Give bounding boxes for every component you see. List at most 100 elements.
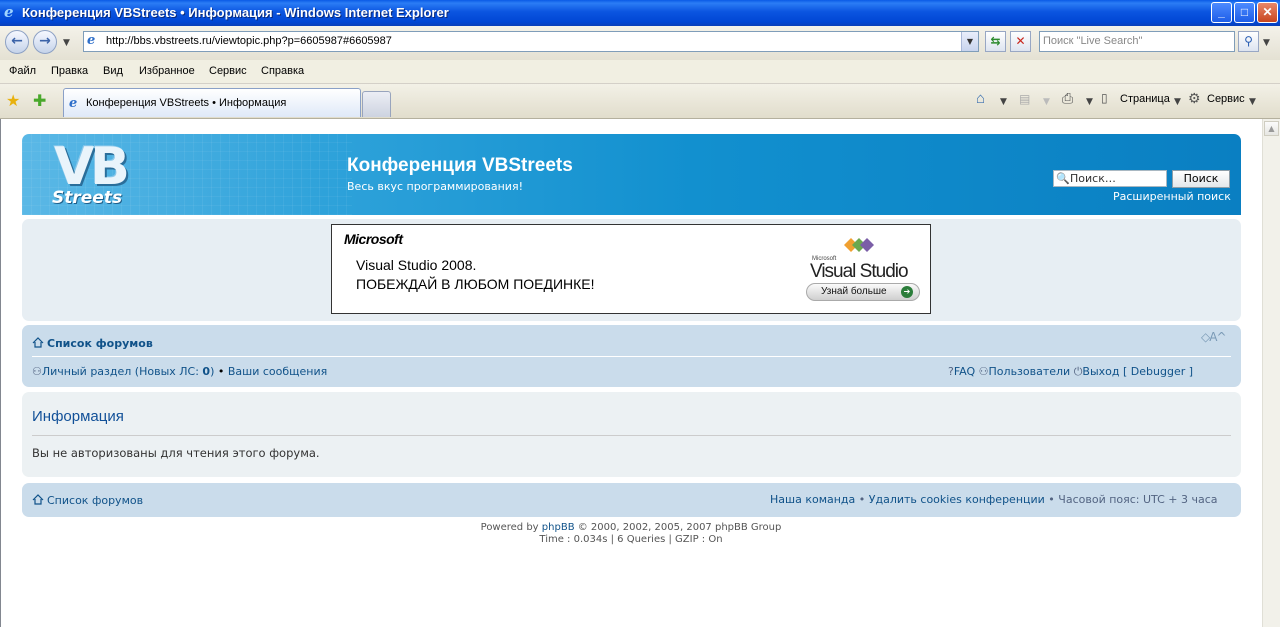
forum-search-input[interactable]: 🔍 Поиск… xyxy=(1053,170,1167,187)
back-arrow-icon: ← xyxy=(11,33,23,49)
page-icon: ▯ xyxy=(1101,91,1108,105)
powered-suffix: © 2000, 2002, 2005, 2007 phpBB Group xyxy=(577,522,782,533)
menu-view[interactable]: Вид xyxy=(103,65,123,77)
header-right-links: ?FAQ ⚇Пользователи ⏻Выход [ Debugger ] xyxy=(948,365,1193,379)
refresh-button[interactable]: ⇆ xyxy=(985,31,1006,52)
tab-ie-icon: e xyxy=(69,96,78,111)
address-dropdown-button[interactable]: ▼ xyxy=(961,32,978,51)
logout-link[interactable]: Выход [ Debugger ] xyxy=(1082,365,1193,378)
vs-product-name: Visual Studio xyxy=(810,261,909,282)
user-icon: ⚇ xyxy=(32,365,42,378)
footer-forum-index-link[interactable]: Список форумов xyxy=(47,494,143,507)
favorites-star-icon[interactable]: ★ xyxy=(6,91,20,110)
tab-current[interactable]: e Конференция VBStreets • Информация xyxy=(63,88,361,117)
tools-menu[interactable]: Сервис xyxy=(1207,93,1245,105)
ie-logo-icon: e xyxy=(4,3,14,21)
powered-by-line: Powered by phpBB © 2000, 2002, 2005, 200… xyxy=(0,522,1262,534)
address-url[interactable]: http://bbs.vbstreets.ru/viewtopic.php?p=… xyxy=(106,35,392,47)
menu-bar: Файл Правка Вид Избранное Сервис Справка xyxy=(0,60,1280,84)
print-icon[interactable]: ⎙ xyxy=(1062,90,1073,107)
maximize-button[interactable]: □ xyxy=(1234,2,1255,23)
search-options-icon[interactable]: ▼ xyxy=(1263,38,1270,48)
ad-line1: Visual Studio 2008. xyxy=(356,257,477,273)
tools-dropdown-icon[interactable]: ▼ xyxy=(1249,97,1256,107)
menu-tools[interactable]: Сервис xyxy=(209,65,247,77)
page-ie-icon: e xyxy=(87,33,96,48)
menu-edit[interactable]: Правка xyxy=(51,65,88,77)
forum-search-placeholder: Поиск… xyxy=(1070,172,1116,185)
forum-index-link[interactable]: Список форумов xyxy=(47,337,153,350)
scroll-up-arrow-icon[interactable]: ▲ xyxy=(1264,121,1279,136)
vertical-scrollbar[interactable]: ▲ xyxy=(1262,119,1280,627)
menu-file[interactable]: Файл xyxy=(9,65,36,77)
back-button[interactable]: ← xyxy=(5,30,29,54)
home-icon[interactable]: ⌂ xyxy=(976,90,985,107)
footer-home-icon xyxy=(32,494,44,505)
new-pm-count[interactable]: 0 xyxy=(202,365,210,378)
go-arrow-icon: ➔ xyxy=(901,286,913,298)
site-description: Весь вкус программирования! xyxy=(347,180,523,193)
new-pm-suffix[interactable]: ) xyxy=(210,365,214,378)
address-input[interactable]: e http://bbs.vbstreets.ru/viewtopic.php?… xyxy=(83,31,979,52)
phpbb-link[interactable]: phpBB xyxy=(542,522,575,533)
info-message: Вы не авторизованы для чтения этого фору… xyxy=(32,446,320,460)
faq-link[interactable]: FAQ xyxy=(954,365,975,378)
font-size-toggle[interactable]: ◇A^ xyxy=(1201,330,1226,344)
ucp-link[interactable]: Личный раздел xyxy=(42,365,131,378)
gear-icon: ⚙ xyxy=(1188,90,1201,106)
window-titlebar[interactable]: e Конференция VBStreets • Информация - W… xyxy=(0,0,1280,26)
forum-search-button[interactable]: Поиск xyxy=(1172,170,1230,188)
navbar-separator xyxy=(32,356,1231,357)
live-search-button[interactable]: ⚲ xyxy=(1238,31,1259,52)
stop-button[interactable]: ✕ xyxy=(1010,31,1031,52)
magnifier-icon: 🔍 xyxy=(1056,172,1070,185)
visual-studio-logo-icon xyxy=(844,238,874,252)
learn-more-label: Узнай больше xyxy=(821,286,887,297)
feeds-icon[interactable]: ▤ xyxy=(1019,92,1030,106)
team-link[interactable]: Наша команда xyxy=(770,493,855,506)
forward-button[interactable]: → xyxy=(33,30,57,54)
tab-bar: ★ ✚ e Конференция VBStreets • Информация… xyxy=(0,84,1280,119)
address-toolbar: ← → ▼ e http://bbs.vbstreets.ru/viewtopi… xyxy=(0,26,1280,61)
delete-cookies-link[interactable]: Удалить cookies конференции xyxy=(869,493,1045,506)
footer-bullet-1: • xyxy=(858,493,866,506)
footer-bullet-2: • xyxy=(1048,493,1055,506)
powered-prefix: Powered by xyxy=(480,522,539,533)
visual-studio-block: Microsoft Visual Studio Узнай больше ➔ xyxy=(804,235,922,311)
page-dropdown-icon[interactable]: ▼ xyxy=(1174,97,1181,107)
ad-banner[interactable]: Microsoft Visual Studio 2008. ПОБЕЖДАЙ В… xyxy=(331,224,931,314)
members-link[interactable]: Пользователи xyxy=(989,365,1071,378)
timezone-text: Часовой пояс: UTC + 3 часа xyxy=(1058,493,1218,506)
members-icon: ⚇ xyxy=(978,365,989,378)
footer-links: Наша команда • Удалить cookies конференц… xyxy=(770,493,1218,506)
minimize-button[interactable]: _ xyxy=(1211,2,1232,23)
info-divider xyxy=(32,435,1231,436)
new-tab-button[interactable] xyxy=(362,91,391,117)
menu-favorites[interactable]: Избранное xyxy=(139,65,195,77)
close-button[interactable]: ✕ xyxy=(1257,2,1278,23)
home-dropdown-icon[interactable]: ▼ xyxy=(1000,97,1007,107)
user-control-links: ⚇Личный раздел (Новых ЛС: 0) • Ваши сооб… xyxy=(32,365,327,378)
ad-line2: ПОБЕЖДАЙ В ЛЮБОМ ПОЕДИНКЕ! xyxy=(356,276,595,292)
window-title: Конференция VBStreets • Информация - Win… xyxy=(22,5,449,20)
learn-more-button[interactable]: Узнай больше ➔ xyxy=(806,283,920,301)
history-dropdown-icon[interactable]: ▼ xyxy=(63,38,70,48)
page-menu[interactable]: Страница xyxy=(1120,93,1170,105)
ad-brand: Microsoft xyxy=(344,231,403,247)
site-title: Конференция VBStreets xyxy=(347,155,573,176)
page-stats: Time : 0.034s | 6 Queries | GZIP : On xyxy=(539,534,723,545)
chevron-down-icon: ▼ xyxy=(966,37,974,46)
my-posts-link[interactable]: Ваши сообщения xyxy=(228,365,327,378)
search-icon: ⚲ xyxy=(1244,34,1253,48)
feeds-dropdown-icon[interactable]: ▼ xyxy=(1043,97,1050,107)
site-logo[interactable]: VB Streets xyxy=(52,139,152,211)
live-search-input[interactable]: Поиск "Live Search" xyxy=(1039,31,1235,52)
forward-arrow-icon: → xyxy=(39,33,51,49)
breadcrumb: Список форумов xyxy=(32,337,153,350)
logo-streets-text: Streets xyxy=(52,188,123,208)
print-dropdown-icon[interactable]: ▼ xyxy=(1086,97,1093,107)
new-pm-prefix[interactable]: (Новых ЛС: xyxy=(135,365,203,378)
add-favorite-icon[interactable]: ✚ xyxy=(33,91,46,110)
menu-help[interactable]: Справка xyxy=(261,65,304,77)
advanced-search-link[interactable]: Расширенный поиск xyxy=(1113,190,1231,203)
